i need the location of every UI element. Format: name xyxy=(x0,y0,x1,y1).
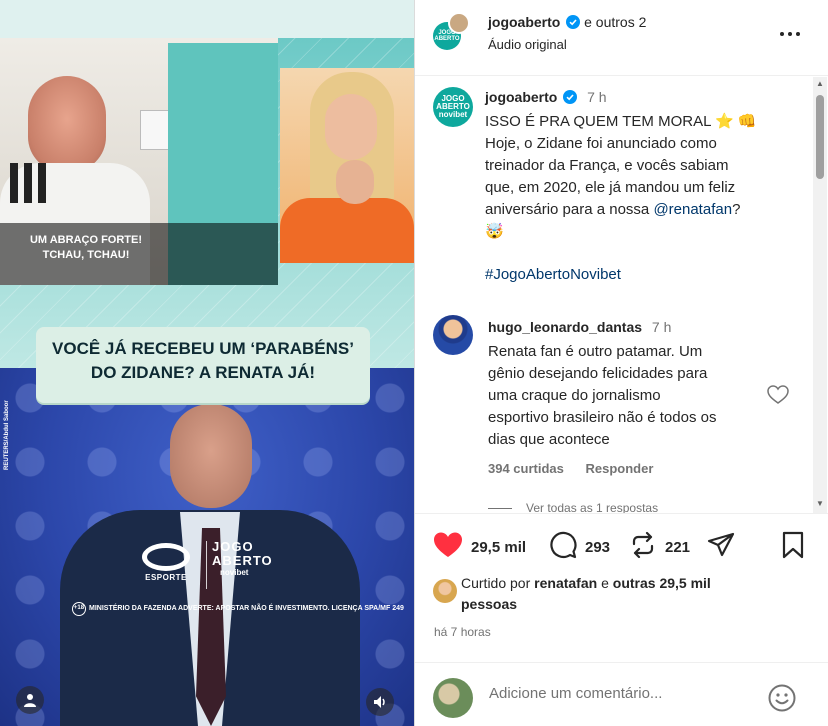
comments-scroll-area[interactable]: JOGO ABERTO novibet jogoaberto 7 h ISSO É … xyxy=(415,77,828,513)
comment-likes-count[interactable]: 394 curtidas xyxy=(488,461,564,476)
comment-line: gênio desejando felicidades para xyxy=(488,365,708,382)
comment-input[interactable]: Adicione um comentário... xyxy=(489,685,662,702)
author-username[interactable]: jogoaberto xyxy=(488,14,560,30)
collaborators-link[interactable]: e outros 2 xyxy=(584,14,646,30)
liked-by-summary: Curtido por renatafan e outras 29,5 mil … xyxy=(461,573,801,615)
liked-by-conjunction: e xyxy=(601,575,609,591)
comment-line: esportivo brasileiro não é todos os xyxy=(488,409,717,426)
reply-button[interactable]: Responder xyxy=(586,461,654,476)
likes-count[interactable]: 29,5 mil xyxy=(471,539,526,556)
more-options-icon[interactable] xyxy=(775,24,805,44)
clip-caption-line: TCHAU, TCHAU! xyxy=(42,249,130,261)
save-bookmark-icon[interactable] xyxy=(781,531,805,559)
caption-line: ISSO É PRA QUEM TEM MORAL ⭐ 👊 xyxy=(485,113,757,130)
caption-line: Hoje, o Zidane foi anunciado como xyxy=(485,135,717,152)
liker-avatar[interactable] xyxy=(433,579,457,603)
liked-by-prefix: Curtido por xyxy=(461,575,531,591)
comment-composer: Adicione um comentário... xyxy=(415,662,828,726)
jogo-aberto-logo: JOGO ABERTO novibet xyxy=(212,539,273,578)
caption-emoji: 🤯 xyxy=(485,223,504,240)
caption-line: treinador da França, e vocês sabiam xyxy=(485,157,729,174)
verified-badge-icon xyxy=(563,90,578,104)
scrollbar-thumb[interactable] xyxy=(816,95,824,179)
commenter-username[interactable]: hugo_leonardo_dantas xyxy=(488,319,642,335)
caption-text: ISSO É PRA QUEM TEM MORAL ⭐ 👊 Hoje, o Zi… xyxy=(485,111,801,243)
verified-badge-icon xyxy=(566,15,581,29)
person-icon xyxy=(24,694,36,707)
logo-separator xyxy=(206,541,207,589)
video-top-band xyxy=(0,0,414,38)
mute-button[interactable] xyxy=(366,688,394,716)
comment-line: Renata fan é outro patamar. Um xyxy=(488,343,703,360)
shares-count[interactable]: 221 xyxy=(665,539,690,556)
audio-link[interactable]: Áudio original xyxy=(488,37,567,52)
age-rating-badge: +18 xyxy=(72,602,86,616)
post-header: JOGO ABERTO jogoaberto e outros 2 Áudio o… xyxy=(415,0,828,76)
video-title-line: VOCÊ JÁ RECEBEU UM ‘PARABÉNS’ xyxy=(52,339,354,358)
scroll-down-arrow-icon[interactable]: ▼ xyxy=(816,499,824,508)
clip-caption-line: UM ABRAÇO FORTE! xyxy=(29,234,143,246)
view-replies-label: Ver todas as 1 respostas xyxy=(526,501,659,513)
commenter-avatar[interactable] xyxy=(433,315,473,355)
collaborator-avatar[interactable] xyxy=(448,12,470,34)
mention-link[interactable]: @renatafan xyxy=(653,201,732,218)
tagged-users-button[interactable] xyxy=(16,686,44,714)
comment-like-icon[interactable] xyxy=(767,385,789,405)
caption-punctuation: ? xyxy=(732,201,741,218)
band-logo-label: ESPORTE xyxy=(145,573,187,582)
replies-divider xyxy=(488,508,512,510)
comment-line: dias que acontece xyxy=(488,431,610,448)
emoji-picker-icon[interactable] xyxy=(767,683,797,713)
caption-username[interactable]: jogoaberto xyxy=(485,89,557,105)
liked-by-user[interactable]: renatafan xyxy=(534,575,597,591)
comment-time[interactable]: 7 h xyxy=(652,319,671,335)
caption-line: que, em 2020, ele já mandou um feliz xyxy=(485,179,736,196)
betting-disclaimer: MINISTÉRIO DA FAZENDA ADVERTE: APOSTAR N… xyxy=(89,605,404,612)
liked-by-others[interactable]: outras 29,5 mil xyxy=(613,575,711,591)
comment-text: Renata fan é outro patamar. Um gênio des… xyxy=(488,341,756,451)
comments-scrollbar[interactable]: ▲ ▼ xyxy=(813,77,827,513)
caption-time[interactable]: 7 h xyxy=(587,89,606,105)
renata-reaction-clip xyxy=(280,68,414,263)
share-send-icon[interactable] xyxy=(707,531,735,559)
caption-author-avatar[interactable]: JOGO ABERTO novibet xyxy=(433,87,473,127)
view-replies-button[interactable]: Ver todas as 1 respostas xyxy=(488,501,658,513)
scroll-up-arrow-icon[interactable]: ▲ xyxy=(816,79,824,88)
speaker-icon xyxy=(374,696,385,708)
action-bar: 29,5 mil 293 221 xyxy=(415,513,828,573)
current-user-avatar xyxy=(433,678,473,718)
zidane-portrait xyxy=(170,404,252,508)
clip-caption: UM ABRAÇO FORTE! TCHAU, TCHAU! xyxy=(0,223,278,285)
repost-icon[interactable] xyxy=(629,531,657,559)
like-heart-icon[interactable] xyxy=(433,531,463,559)
video-title-line: DO ZIDANE? A RENATA JÁ! xyxy=(90,363,316,382)
band-logo: ESPORTE xyxy=(134,543,198,589)
liked-by-suffix[interactable]: pessoas xyxy=(461,596,517,612)
comments-count[interactable]: 293 xyxy=(585,539,610,556)
video-title-card: VOCÊ JÁ RECEBEU UM ‘PARABÉNS’ DO ZIDANE?… xyxy=(36,327,370,403)
comment-icon[interactable] xyxy=(549,531,577,559)
hashtag-link[interactable]: #JogoAbertoNovibet xyxy=(485,264,621,286)
comment-line: uma craque do jornalismo xyxy=(488,387,661,404)
caption-line: aniversário para a nossa xyxy=(485,201,650,218)
post-timestamp[interactable]: há 7 horas xyxy=(434,625,491,639)
post-details-panel: JOGO ABERTO jogoaberto e outros 2 Áudio o… xyxy=(414,0,828,726)
zidane-face xyxy=(28,76,106,172)
reel-video[interactable]: UM ABRAÇO FORTE! TCHAU, TCHAU! REUTERS/A… xyxy=(0,0,414,726)
photo-credit: REUTERS/Abdul Saboor xyxy=(4,400,10,470)
